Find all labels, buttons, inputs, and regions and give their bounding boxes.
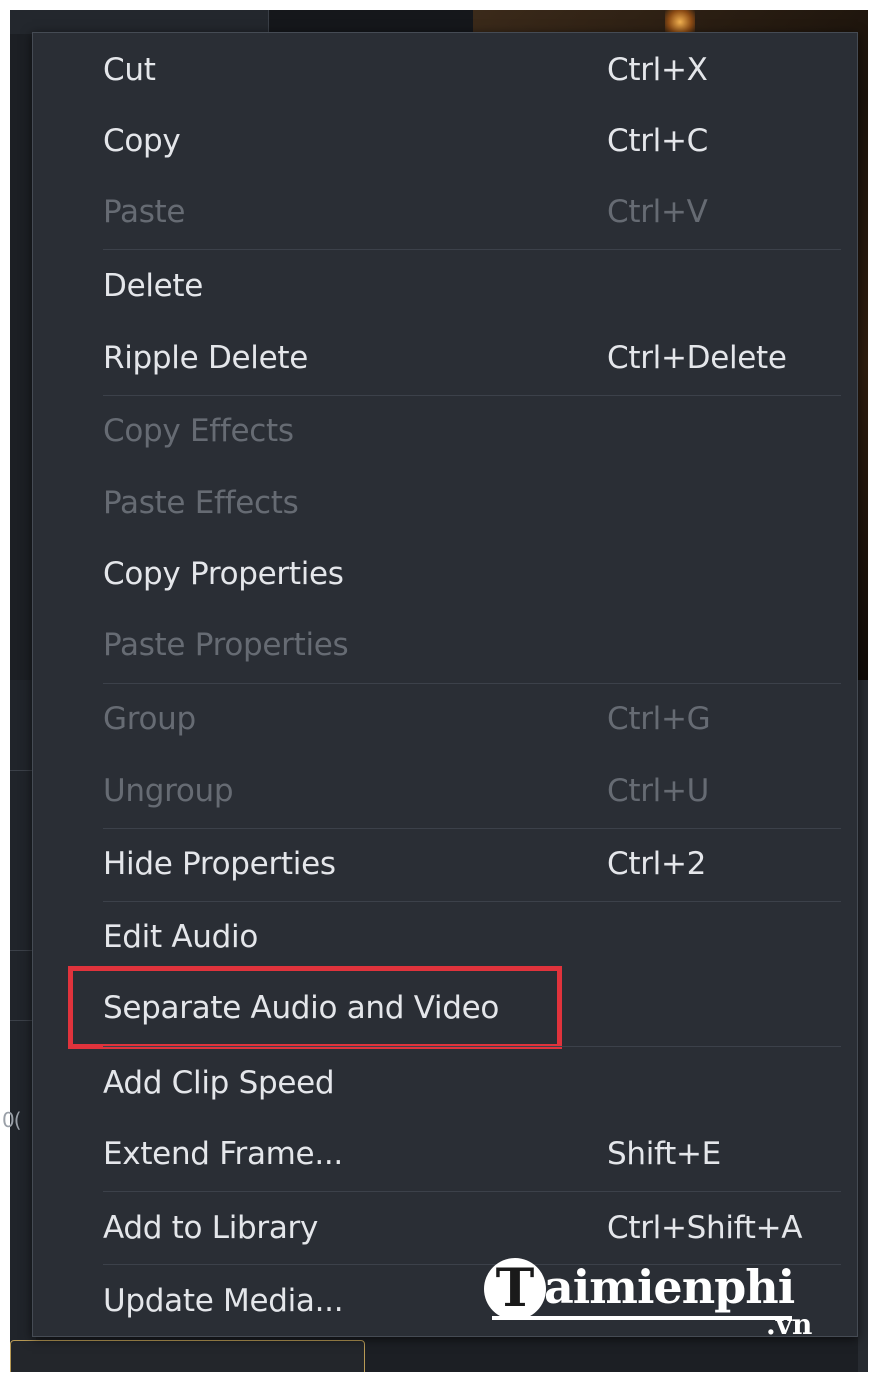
library-panel-header [10, 10, 268, 34]
context-menu: Cut Ctrl+X Copy Ctrl+C Paste Ctrl+V Dele… [32, 32, 858, 1337]
menu-item-shortcut: Ctrl+2 [607, 846, 707, 882]
menu-item-shortcut: Ctrl+Shift+A [607, 1210, 803, 1246]
logo-initial: T [484, 1258, 546, 1320]
menu-item-label: Group [103, 701, 196, 737]
menu-item-label: Copy Properties [103, 556, 344, 592]
menu-separator [103, 249, 841, 250]
menu-separator [103, 1046, 841, 1047]
menu-item-shortcut: Ctrl+Delete [607, 340, 787, 376]
menu-item-shortcut: Ctrl+U [607, 773, 710, 809]
menu-item-label: Ungroup [103, 773, 234, 809]
logo-wordmark: aimienphi [544, 1260, 795, 1314]
menu-item-label: Cut [103, 52, 156, 88]
menu-item-shortcut: Ctrl+G [607, 701, 711, 737]
menu-item-shortcut: Ctrl+X [607, 52, 708, 88]
timeline-clip[interactable] [10, 1340, 365, 1372]
menu-item-label: Add to Library [103, 1210, 319, 1246]
logo-domain: .vn [766, 1308, 813, 1341]
menu-item-shortcut: Shift+E [607, 1136, 721, 1172]
menu-item-label: Copy Effects [103, 413, 294, 449]
menu-item-label: Paste [103, 194, 186, 230]
menu-item-add-to-library[interactable]: Add to Library Ctrl+Shift+A [33, 1193, 857, 1263]
menu-item-add-clip-speed[interactable]: Add Clip Speed [33, 1048, 857, 1118]
menu-item-paste-properties: Paste Properties [33, 610, 857, 680]
menu-item-label: Edit Audio [103, 919, 258, 955]
menu-item-label: Hide Properties [103, 846, 336, 882]
menu-item-extend-frame[interactable]: Extend Frame... Shift+E [33, 1119, 857, 1189]
menu-separator [103, 1191, 841, 1192]
menu-item-label: Ripple Delete [103, 340, 309, 376]
menu-item-copy-effects: Copy Effects [33, 396, 857, 466]
menu-item-ripple-delete[interactable]: Ripple Delete Ctrl+Delete [33, 323, 857, 393]
timeline-time-label: 0( [2, 1108, 22, 1132]
menu-item-label: Update Media... [103, 1283, 344, 1319]
menu-item-shortcut: Ctrl+V [607, 194, 708, 230]
menu-item-paste: Paste Ctrl+V [33, 177, 857, 247]
timeline-scroll-edge [858, 680, 868, 1372]
media-panel-header [268, 10, 474, 34]
preview-highlight [665, 10, 695, 34]
menu-item-cut[interactable]: Cut Ctrl+X [33, 35, 857, 105]
menu-item-group: Group Ctrl+G [33, 684, 857, 754]
taimienphi-watermark-logo: T aimienphi .vn [484, 1258, 824, 1342]
menu-item-label: Paste Properties [103, 627, 349, 663]
menu-item-copy[interactable]: Copy Ctrl+C [33, 106, 857, 176]
menu-item-copy-properties[interactable]: Copy Properties [33, 539, 857, 609]
menu-item-label: Extend Frame... [103, 1136, 343, 1172]
menu-item-label: Add Clip Speed [103, 1065, 335, 1101]
menu-item-shortcut: Ctrl+C [607, 123, 708, 159]
menu-item-label: Delete [103, 268, 204, 304]
menu-item-delete[interactable]: Delete [33, 251, 857, 321]
menu-item-paste-effects: Paste Effects [33, 468, 857, 538]
menu-item-hide-properties[interactable]: Hide Properties Ctrl+2 [33, 829, 857, 899]
menu-item-ungroup: Ungroup Ctrl+U [33, 756, 857, 826]
menu-item-label: Copy [103, 123, 181, 159]
menu-item-edit-audio[interactable]: Edit Audio [33, 902, 857, 972]
logo-underline [492, 1316, 792, 1320]
menu-item-label: Paste Effects [103, 485, 299, 521]
highlight-box [68, 966, 562, 1049]
